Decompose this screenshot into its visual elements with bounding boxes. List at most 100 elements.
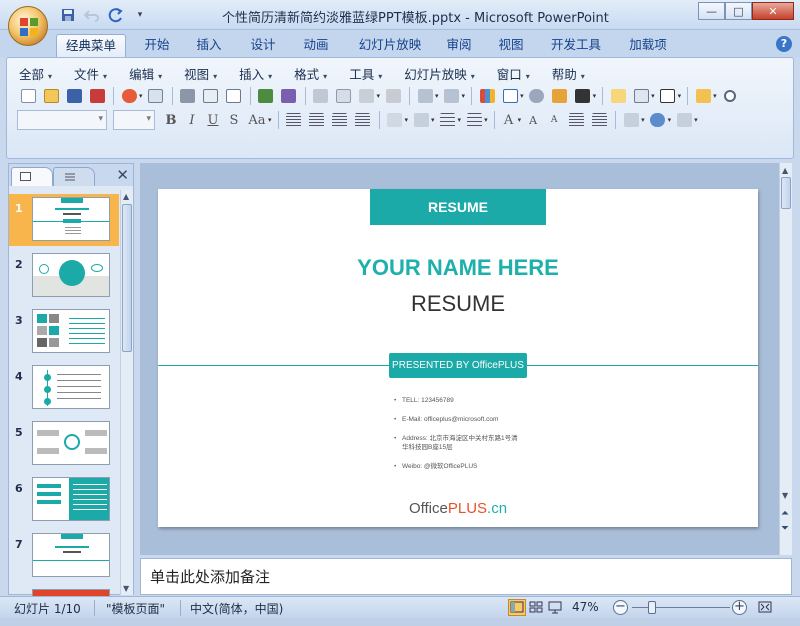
slide-thumb-2[interactable]: 2 [9,250,119,302]
tab-developer[interactable]: 开发工具 [544,34,608,57]
tab-insert[interactable]: 插入 [186,34,232,57]
align-center-icon[interactable] [306,110,328,130]
save-icon[interactable] [58,6,78,24]
scroll-thumb[interactable] [781,177,791,209]
undo-icon[interactable] [82,6,102,24]
zoom-slider-track[interactable] [632,607,730,608]
italic-button[interactable]: I [182,110,202,130]
insert-table-icon[interactable] [499,86,521,106]
slide-thumb-1[interactable]: 1 [9,194,119,246]
scroll-down-icon[interactable]: ▼ [123,584,129,593]
outline-tab[interactable] [53,167,95,186]
text-box-icon[interactable] [657,86,679,106]
slide-preview-icon[interactable] [223,86,245,106]
insert-chart-icon[interactable] [476,86,498,106]
contact-list[interactable]: TELL: 123456789 E-Mail: officeplus@micro… [394,396,594,481]
shadow-button[interactable]: S [224,110,244,130]
slide-thumb-6[interactable]: 6 [9,474,119,526]
menu-format[interactable]: 格式 ▾ [290,62,337,84]
zoom-in-button[interactable]: + [732,600,747,615]
find-icon[interactable] [719,86,741,106]
menu-help[interactable]: 帮助 ▾ [548,62,595,84]
clip-art-icon[interactable] [526,86,548,106]
slide-thumb-5[interactable]: 5 [9,418,119,470]
menu-slideshow[interactable]: 幻灯片放映 ▾ [400,62,485,84]
next-slide-icon[interactable]: ⏷ [781,523,789,534]
redo-icon[interactable] [106,6,126,24]
slide-canvas[interactable]: RESUME YOUR NAME HERE RESUME PRESENTED B… [158,189,758,527]
line-spacing-icon[interactable] [410,110,432,130]
align-right-icon[interactable] [329,110,351,130]
slide-sorter-button[interactable] [527,599,545,616]
tab-addins[interactable]: 加载项 [622,34,674,57]
font-size-combo[interactable] [113,110,155,130]
menu-edit[interactable]: 编辑 ▾ [125,62,172,84]
menu-all[interactable]: 全部 ▾ [15,62,62,84]
font-color-icon[interactable]: A [499,110,519,130]
numbering-icon[interactable] [437,110,459,130]
normal-view-button[interactable] [508,599,526,616]
zoom-level[interactable]: 47% [572,600,599,614]
shape-style-icon[interactable] [673,110,695,130]
tab-slideshow[interactable]: 幻灯片放映 [350,34,430,57]
print-icon[interactable] [177,86,199,106]
menu-insert[interactable]: 插入 ▾ [235,62,282,84]
scroll-down-icon[interactable]: ▼ [782,491,788,500]
increase-font-icon[interactable]: A [523,110,543,130]
folder-icon[interactable] [692,86,714,106]
print-preview-icon[interactable] [200,86,222,106]
fill-color-icon[interactable] [572,86,594,106]
new-file-icon[interactable] [17,86,39,106]
scroll-up-icon[interactable]: ▲ [123,192,129,201]
justify-icon[interactable] [352,110,374,130]
tab-design[interactable]: 设计 [240,34,286,57]
columns-icon[interactable] [384,110,406,130]
arrange-icon[interactable] [620,110,642,130]
picture-icon[interactable] [549,86,571,106]
bullets-icon[interactable] [463,110,485,130]
copy-icon[interactable] [333,86,355,106]
help-icon[interactable]: ? [776,36,792,52]
cut-icon[interactable] [310,86,332,106]
bold-button[interactable]: B [161,110,181,130]
send-mail-icon[interactable] [118,86,140,106]
thumbnail-scrollbar[interactable]: ▲ ▼ [120,190,133,595]
slide-scrollbar[interactable]: ▲ ▼ ⏶ ⏷ [779,163,792,555]
undo-toolbar-icon[interactable] [414,86,436,106]
resume-banner[interactable]: RESUME [370,189,546,225]
zoom-slider-thumb[interactable] [648,601,656,614]
change-case-button[interactable]: Aa [245,110,269,130]
shapes-icon[interactable] [647,110,669,130]
redo-toolbar-icon[interactable] [441,86,463,106]
fit-to-window-button[interactable] [756,599,774,616]
format-painter-icon[interactable] [382,86,404,106]
language-indicator[interactable]: 中文(简体，中国) [190,600,283,617]
maximize-button[interactable]: □ [725,2,752,20]
slide-thumb-4[interactable]: 4 [9,362,119,414]
layout-icon[interactable] [630,86,652,106]
tab-animations[interactable]: 动画 [293,34,339,57]
tab-review[interactable]: 审阅 [436,34,482,57]
zoom-out-button[interactable]: − [613,600,628,615]
decrease-font-icon[interactable]: A [544,110,564,130]
menu-window[interactable]: 窗口 ▾ [493,62,540,84]
menu-tools[interactable]: 工具 ▾ [345,62,392,84]
menu-view[interactable]: 视图 ▾ [180,62,227,84]
align-left-icon[interactable] [283,110,305,130]
slide-thumb-7[interactable]: 7 [9,530,119,582]
open-file-icon[interactable] [40,86,62,106]
close-button[interactable]: ✕ [752,2,794,20]
close-pane-icon[interactable]: ✕ [116,166,129,184]
tab-home[interactable]: 开始 [134,34,180,57]
new-slide-icon[interactable] [607,86,629,106]
research-icon[interactable] [278,86,300,106]
tab-view[interactable]: 视图 [488,34,534,57]
minimize-button[interactable]: — [698,2,725,20]
font-name-combo[interactable] [17,110,107,130]
name-title[interactable]: YOUR NAME HERE [158,255,758,281]
menu-file[interactable]: 文件 ▾ [70,62,117,84]
publish-icon[interactable] [145,86,167,106]
slideshow-button[interactable] [546,599,564,616]
paste-icon[interactable] [356,86,378,106]
tab-classic-menu[interactable]: 经典菜单 [56,34,126,57]
